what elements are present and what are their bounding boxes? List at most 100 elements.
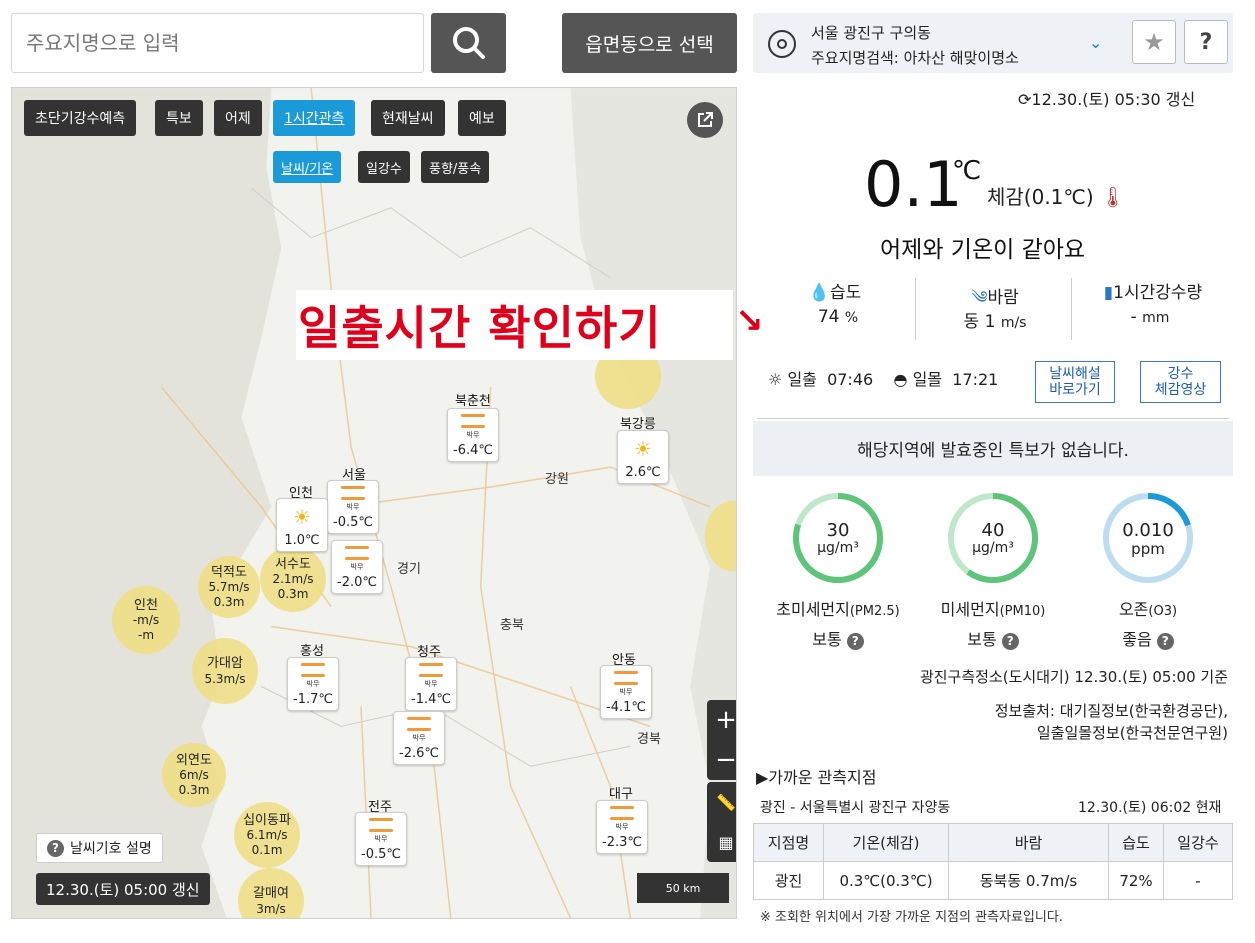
temperature-unit: ℃: [952, 156, 982, 186]
chevron-down-icon[interactable]: ⌄: [1089, 33, 1102, 52]
tab-nowcast[interactable]: 초단기강수예측: [24, 100, 137, 136]
marine-station-circle[interactable]: 십이동파 6.1m/s 0.1m: [234, 802, 300, 868]
weather-card[interactable]: ☀ 2.6℃: [617, 430, 669, 484]
data-source: 정보출처: 대기질정보(한국환경공단),: [994, 702, 1228, 720]
search-icon: [452, 27, 485, 59]
table-header: 습도: [1108, 823, 1164, 862]
region-select-button[interactable]: 읍면동으로 선택: [562, 13, 737, 73]
station-name: 인천: [134, 597, 158, 613]
weather-card[interactable]: 박무 -2.6℃: [393, 711, 445, 765]
station-info: 광진구측정소(도시대기) 12.30.(토) 05:00 기준: [919, 668, 1228, 686]
wind-icon: ༄: [971, 288, 988, 308]
weather-card[interactable]: 박무 -2.0℃: [331, 540, 383, 594]
help-icon[interactable]: ?: [1001, 633, 1019, 650]
marine-station-circle[interactable]: 인천 -m/s -m: [112, 586, 180, 654]
legend-label: 날씨기호 설명: [70, 841, 152, 857]
warning-notice: 해당지역에 발효중인 특보가 없습니다.: [753, 421, 1233, 476]
rain-video-button[interactable]: 강수 체감영상: [1140, 361, 1221, 403]
weather-card[interactable]: 박무 -4.1℃: [600, 665, 652, 719]
wave-height: 0.3m: [178, 782, 210, 797]
location-keyword: 주요지명검색: 아차산 해맞이명소: [811, 49, 1019, 67]
table-header: 지점명: [753, 823, 824, 862]
tab-hourly-obs[interactable]: 1시간관측: [273, 100, 356, 136]
my-location-icon[interactable]: [768, 30, 796, 58]
table-cell: 0.3℃(0.3℃): [823, 861, 949, 900]
table-cell: 광진: [753, 861, 824, 900]
marine-station-circle[interactable]: 가대암 5.3m/s: [192, 638, 258, 704]
marine-station-circle[interactable]: 덕적도 5.7m/s 0.3m: [198, 556, 260, 618]
subtab-weather-temp[interactable]: 날씨/기온: [273, 151, 342, 183]
haze-icon: [419, 663, 443, 677]
weather-card[interactable]: 박무 -0.5℃: [327, 480, 379, 534]
refresh-icon[interactable]: ⟳: [1018, 90, 1031, 109]
marine-station-circle[interactable]: 외연도 6m/s 0.3m: [162, 743, 226, 807]
station-name: 갈매여: [253, 886, 289, 901]
weather-card[interactable]: 박무 -2.3℃: [596, 800, 648, 854]
help-icon: ?: [47, 839, 64, 857]
weather-explain-button[interactable]: 날씨해설 바로가기: [1035, 361, 1115, 403]
weather-label: 박무: [412, 734, 426, 742]
weather-map[interactable]: 초단기강수예측 특보 어제 1시간관측 현재날씨 예보 날씨/기온 일강수 풍향…: [11, 87, 737, 919]
ozone-value: 0.010: [1122, 520, 1174, 541]
wind-speed: -m/s: [132, 613, 160, 628]
subtab-daily-rain[interactable]: 일강수: [358, 151, 410, 183]
tab-current-weather[interactable]: 현재날씨: [371, 100, 445, 136]
ozone-label: 오존(O3): [1118, 600, 1178, 619]
help-button[interactable]: ?: [1184, 20, 1228, 64]
search-box[interactable]: [11, 13, 424, 73]
ruler-icon[interactable]: 📏: [707, 782, 736, 822]
weather-card[interactable]: ☀ 1.0℃: [276, 498, 328, 552]
zoom-in-button[interactable]: +: [707, 700, 736, 740]
card-temp: -2.3℃: [602, 835, 642, 850]
humidity-label: 💧습도: [808, 283, 862, 303]
weather-card[interactable]: 박무 -6.4℃: [447, 408, 499, 462]
search-button[interactable]: [431, 13, 506, 73]
rain-label: ▮1시간강수량: [1103, 283, 1203, 303]
divider: [757, 418, 1229, 419]
weather-card[interactable]: 박무 -1.7℃: [287, 657, 339, 711]
pm25-unit: μg/m³: [817, 540, 859, 556]
favorite-star-icon[interactable]: ★: [1132, 20, 1176, 64]
card-temp: -1.4℃: [411, 692, 451, 707]
rain-gauge-icon: ▮: [1103, 283, 1114, 303]
sunrise-icon: ☼: [768, 370, 783, 389]
sunrise-label: 일출: [787, 370, 817, 389]
ozone-unit: ppm: [1131, 540, 1165, 558]
tab-forecast[interactable]: 예보: [458, 100, 506, 136]
zoom-out-button[interactable]: −: [707, 740, 736, 780]
card-temp: -2.6℃: [399, 746, 439, 761]
legend-button[interactable]: ? 날씨기호 설명: [36, 833, 163, 863]
search-input[interactable]: [12, 14, 423, 72]
partly-cloudy-icon: ☀: [293, 505, 311, 529]
station-name: 외연도: [176, 752, 212, 768]
weather-label: 박무: [619, 688, 633, 696]
rain-value: - mm: [1130, 307, 1170, 327]
tab-yesterday[interactable]: 어제: [214, 100, 262, 136]
haze-icon: [301, 663, 325, 677]
update-time-text: 12.30.(토) 05:30 갱신: [1031, 90, 1196, 109]
station-name: 가대암: [207, 656, 243, 671]
external-link-icon[interactable]: [687, 102, 723, 138]
help-icon[interactable]: ?: [1156, 633, 1174, 650]
weather-card[interactable]: 박무 -0.5℃: [355, 812, 407, 866]
card-temp: 1.0℃: [284, 533, 320, 548]
haze-icon: [345, 546, 369, 560]
divider: [1071, 278, 1072, 340]
wind-speed: 3m/s: [256, 901, 286, 916]
update-time: ⟳12.30.(토) 05:30 갱신: [1018, 86, 1195, 110]
sunset-time: 17:21: [952, 370, 999, 389]
weather-card[interactable]: 박무 -1.4℃: [405, 657, 457, 711]
weather-label: 박무: [346, 503, 360, 511]
region-label: 경북: [637, 732, 661, 747]
region-label: 충북: [500, 618, 524, 633]
footnote: ※ 조회한 위치에서 가장 가까운 지점의 관측자료입니다.: [760, 910, 1063, 925]
annotation-text: 일출시간 확인하기: [296, 290, 733, 360]
annotation-arrow-icon: ↘: [735, 301, 764, 341]
tab-warning[interactable]: 특보: [155, 100, 203, 136]
subtab-wind[interactable]: 풍향/풍속: [421, 151, 490, 183]
marine-station-circle[interactable]: 서수도 2.1m/s 0.3m: [260, 546, 326, 612]
thermometer-icon: 🌡: [1100, 185, 1126, 209]
help-icon[interactable]: ?: [846, 633, 864, 650]
weather-label: 박무: [306, 680, 320, 688]
map-icon[interactable]: ▦: [707, 822, 736, 862]
